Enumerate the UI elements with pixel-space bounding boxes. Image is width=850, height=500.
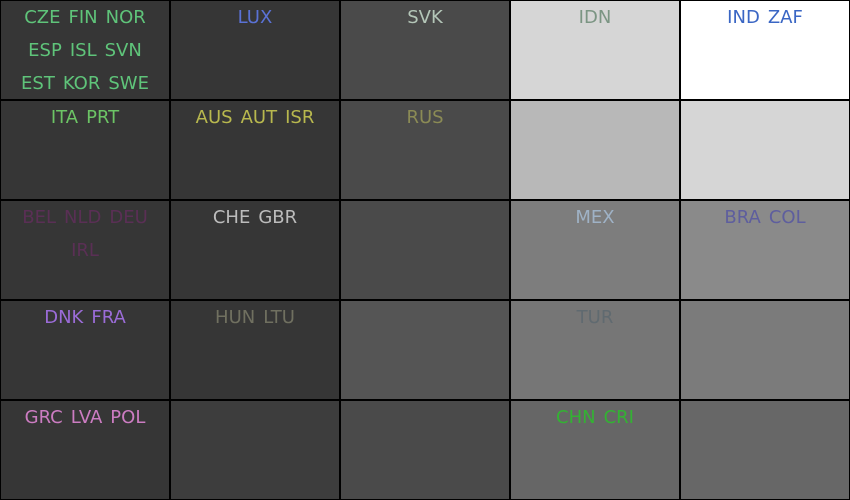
country-label: CZE xyxy=(24,7,61,28)
country-label: LVA xyxy=(70,407,103,428)
country-label: GBR xyxy=(258,207,298,228)
country-label: RUS xyxy=(406,107,444,128)
country-label: IND xyxy=(727,7,760,28)
heatmap-cell: AUS AUT ISR xyxy=(170,100,340,200)
country-label: AUT xyxy=(240,107,278,128)
country-label: SWE xyxy=(108,73,149,94)
heatmap-cell: IDN xyxy=(510,0,680,100)
heatmap-cell xyxy=(680,400,850,500)
country-label: ZAF xyxy=(767,7,803,28)
country-label: SVN xyxy=(104,40,142,61)
country-label: BEL xyxy=(22,207,56,228)
heatmap-cell xyxy=(510,100,680,200)
country-label: CHE xyxy=(212,207,251,228)
country-label: FRA xyxy=(91,307,126,328)
heatmap-cell: ITA PRT xyxy=(0,100,170,200)
country-label: POL xyxy=(110,407,146,428)
country-label: SVK xyxy=(407,7,443,28)
heatmap-grid: CZE FIN NOR ESP ISL SVN EST KOR SWE LUX SVK IDN IND Z… xyxy=(0,0,850,500)
country-label: EST xyxy=(21,73,55,94)
country-label: BRA xyxy=(724,207,761,228)
heatmap-cell: HUN LTU xyxy=(170,300,340,400)
country-label: IRL xyxy=(71,240,99,261)
heatmap-cell: GRC LVA POL xyxy=(0,400,170,500)
heatmap-cell: BRA COL xyxy=(680,200,850,300)
country-label: PRT xyxy=(86,107,120,128)
country-label: ESP xyxy=(28,40,62,61)
heatmap-cell xyxy=(170,400,340,500)
heatmap-cell xyxy=(340,300,510,400)
heatmap-cell: CHE GBR xyxy=(170,200,340,300)
heatmap-cell xyxy=(340,200,510,300)
country-label: ISR xyxy=(285,107,315,128)
heatmap-cell xyxy=(680,300,850,400)
heatmap-cell: TUR xyxy=(510,300,680,400)
country-label: MEX xyxy=(575,207,615,228)
heatmap-cell: SVK xyxy=(340,0,510,100)
country-label: NOR xyxy=(105,7,146,28)
country-label: LUX xyxy=(237,7,273,28)
country-label: KOR xyxy=(62,73,101,94)
country-label: CRI xyxy=(603,407,634,428)
heatmap-cell: CZE FIN NOR ESP ISL SVN EST KOR SWE xyxy=(0,0,170,100)
country-label: ITA xyxy=(50,107,79,128)
country-label: FIN xyxy=(68,7,98,28)
country-label: CHN xyxy=(556,407,596,428)
country-label: DNK xyxy=(44,307,84,328)
country-label: HUN xyxy=(215,307,256,328)
country-label: AUS xyxy=(195,107,233,128)
country-label: GRC xyxy=(24,407,63,428)
heatmap-cell: MEX xyxy=(510,200,680,300)
heatmap-cell: IND ZAF xyxy=(680,0,850,100)
country-label: NLD xyxy=(63,207,102,228)
country-label: IDN xyxy=(578,7,612,28)
country-label: ISL xyxy=(69,40,97,61)
heatmap-cell xyxy=(340,400,510,500)
country-label: DEU xyxy=(109,207,148,228)
heatmap-cell: LUX xyxy=(170,0,340,100)
heatmap-cell: DNK FRA xyxy=(0,300,170,400)
country-label: LTU xyxy=(263,307,295,328)
country-label: TUR xyxy=(576,307,614,328)
heatmap-cell: RUS xyxy=(340,100,510,200)
heatmap-cell: CHN CRI xyxy=(510,400,680,500)
heatmap-cell: BEL NLD DEU IRL xyxy=(0,200,170,300)
country-label: COL xyxy=(768,207,806,228)
heatmap-cell xyxy=(680,100,850,200)
